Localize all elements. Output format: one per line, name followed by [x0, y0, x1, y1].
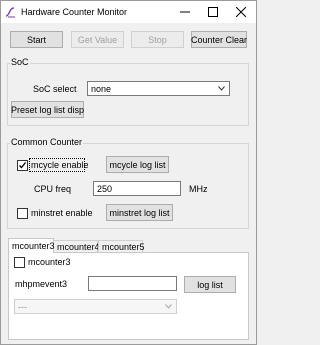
common-counter-group-label: Common Counter	[10, 137, 84, 147]
chevron-down-icon	[165, 304, 172, 309]
start-button[interactable]: Start	[10, 31, 63, 48]
close-button[interactable]	[227, 1, 255, 23]
preset-log-list-button-label: Preset log list disp	[10, 104, 85, 115]
log-list-button-label: log list	[197, 279, 223, 290]
mcounter3-enable-checkbox[interactable]	[14, 257, 25, 268]
preset-log-list-button[interactable]: Preset log list disp	[11, 101, 84, 118]
chevron-down-icon	[218, 86, 225, 91]
close-icon	[236, 7, 246, 17]
event-select[interactable]: ---	[14, 299, 177, 314]
minstret-enable-checkbox[interactable]	[17, 208, 28, 219]
get-value-button-label: Get Value	[77, 34, 118, 45]
get-value-button[interactable]: Get Value	[71, 31, 124, 48]
app-icon	[5, 7, 15, 18]
tab-mcounter5-label: mcounter5	[102, 242, 145, 252]
mcycle-enable-checkbox[interactable]	[17, 160, 28, 171]
window-title: Hardware Counter Monitor	[21, 7, 128, 17]
tab-mcounter4-label: mcounter4	[57, 242, 100, 252]
soc-select-label: SoC select	[33, 84, 77, 94]
counter-clear-button[interactable]: Counter Clear	[191, 31, 247, 48]
mcounter3-enable-label[interactable]: mcounter3	[28, 257, 71, 267]
counter-clear-button-label: Counter Clear	[190, 34, 248, 45]
maximize-button[interactable]	[199, 1, 227, 23]
app-window: Hardware Counter Monitor Start Get Value…	[0, 0, 257, 345]
minstret-log-list-button[interactable]: minstret log list	[106, 204, 173, 221]
cpu-freq-input[interactable]: 250	[93, 181, 181, 196]
minimize-icon	[180, 11, 190, 13]
mcycle-log-list-button-label: mcycle log list	[109, 159, 166, 170]
mcycle-enable-label[interactable]: mcycle enable	[31, 160, 89, 170]
minimize-button[interactable]	[171, 1, 199, 23]
tab-mcounter3[interactable]: mcounter3	[8, 238, 55, 253]
minstret-log-list-button-label: minstret log list	[109, 207, 170, 218]
cpu-freq-value: 250	[97, 184, 113, 194]
soc-select[interactable]: none	[87, 81, 230, 96]
mhpmevent3-label: mhpmevent3	[15, 279, 68, 289]
minstret-enable-label[interactable]: minstret enable	[31, 208, 93, 218]
soc-select-value: none	[91, 84, 112, 94]
log-list-button[interactable]: log list	[184, 276, 236, 293]
title-bar[interactable]: Hardware Counter Monitor	[1, 1, 256, 23]
stop-button-label: Stop	[148, 34, 167, 45]
maximize-icon	[208, 7, 218, 17]
cpu-freq-unit: MHz	[189, 184, 208, 194]
tab-mcounter3-label: mcounter3	[12, 241, 55, 251]
start-button-label: Start	[26, 34, 46, 45]
event-select-value: ---	[18, 302, 27, 312]
cpu-freq-label: CPU freq	[34, 184, 72, 194]
checkmark-icon	[19, 162, 27, 169]
mhpmevent3-input[interactable]	[88, 276, 177, 291]
soc-group-label: SoC	[10, 57, 30, 67]
stop-button[interactable]: Stop	[131, 31, 184, 48]
mcycle-log-list-button[interactable]: mcycle log list	[106, 156, 169, 173]
